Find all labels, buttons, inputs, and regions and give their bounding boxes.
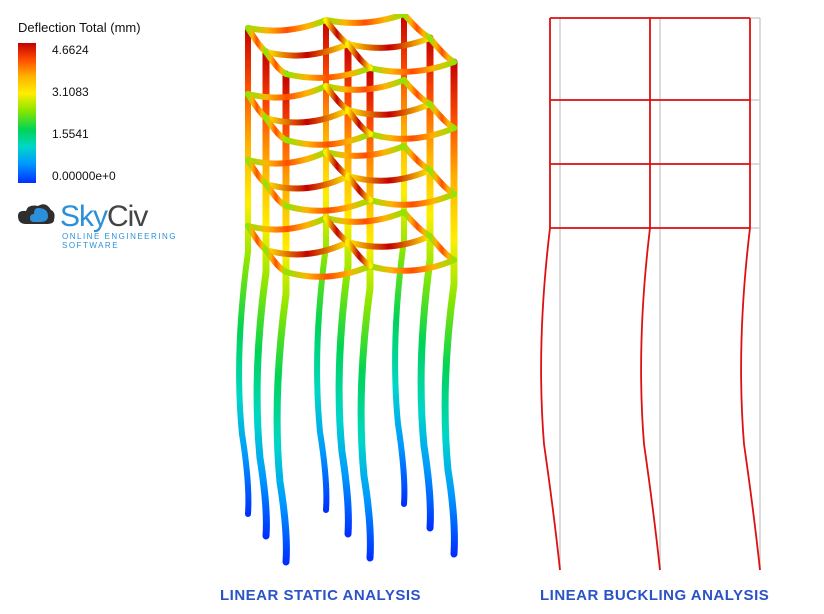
legend-tick: 1.5541 (52, 127, 116, 141)
caption-left: LINEAR STATIC ANALYSIS (220, 587, 421, 604)
brand-name: SkyCiv (60, 200, 147, 234)
brand-logo-row: SkyCiv (16, 200, 206, 234)
legend-tick: 3.1083 (52, 85, 116, 99)
linear-static-viz (200, 14, 490, 574)
legend-gradient-bar (18, 43, 36, 183)
caption-right: LINEAR BUCKLING ANALYSIS (540, 587, 769, 604)
brand-logo: SkyCiv ONLINE ENGINEERING SOFTWARE (16, 200, 206, 250)
brand-tagline: ONLINE ENGINEERING SOFTWARE (62, 232, 206, 250)
legend-body: 4.6624 3.1083 1.5541 0.00000e+0 (18, 43, 198, 183)
legend-title: Deflection Total (mm) (18, 20, 198, 35)
legend-tick: 0.00000e+0 (52, 169, 116, 183)
color-legend: Deflection Total (mm) 4.6624 3.1083 1.55… (18, 20, 198, 183)
legend-tick-labels: 4.6624 3.1083 1.5541 0.00000e+0 (52, 43, 116, 183)
legend-tick: 4.6624 (52, 43, 116, 57)
buckled-frame (541, 18, 760, 570)
cloud-icon (16, 202, 56, 232)
linear-buckling-viz (520, 14, 810, 574)
